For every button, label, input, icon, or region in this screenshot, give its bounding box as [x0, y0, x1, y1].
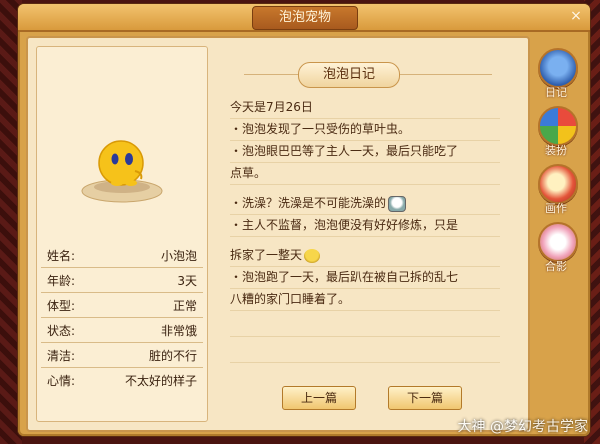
pet-stats: 姓名: 小泡泡 年龄: 3天 体型: 正常 状态: 非常饿 清洁: 脏的不行 心… — [41, 243, 203, 392]
side-tabs: 日记 装扮 画作 合影 — [536, 48, 578, 280]
stat-label: 清洁: — [47, 348, 76, 363]
tab-painting[interactable]: 画作 — [536, 164, 578, 216]
tab-label: 装扮 — [545, 144, 567, 157]
diary-line: 点草。 — [230, 162, 500, 185]
content-area: 姓名: 小泡泡 年龄: 3天 体型: 正常 状态: 非常饿 清洁: 脏的不行 心… — [26, 36, 530, 432]
pet-window: 泡泡宠物 × 姓名: 小泡泡 年龄: 3天 体型: 正常 状态: 非常饿 清洁:… — [18, 4, 590, 436]
stat-label: 心情: — [47, 373, 76, 388]
diary-line-empty — [230, 314, 500, 337]
diary-line-empty — [230, 340, 500, 363]
diary-title: 泡泡日记 — [298, 62, 400, 88]
stat-row-mood: 心情: 不太好的样子 — [41, 368, 203, 392]
prev-page-button[interactable]: 上一篇 — [282, 386, 356, 410]
diary-line: ・泡泡眼巴巴等了主人一天，最后只能吃了 — [230, 140, 500, 163]
tab-label: 日记 — [545, 86, 567, 99]
diary-line-text: ・洗澡？洗澡是不可能洗澡的 — [230, 196, 387, 210]
diary-line: ・泡泡发现了一只受伤的草叶虫。 — [230, 118, 500, 141]
diary-line-text: 拆家了一整天 — [230, 248, 303, 262]
stat-value: 正常 — [172, 298, 197, 313]
tab-label: 合影 — [545, 260, 567, 273]
stat-label: 年龄: — [47, 273, 76, 288]
close-button[interactable]: × — [568, 8, 584, 24]
tab-photo[interactable]: 合影 — [536, 222, 578, 274]
stat-row-clean: 清洁: 脏的不行 — [41, 343, 203, 368]
stat-value: 小泡泡 — [160, 248, 197, 263]
stat-value: 3天 — [177, 273, 197, 288]
diary-icon — [538, 48, 578, 88]
diary-line: ・洗澡？洗澡是不可能洗澡的 — [230, 192, 500, 215]
stat-label: 姓名: — [47, 248, 76, 263]
diary-line: 八糟的家门口睡着了。 — [230, 288, 500, 311]
diary-line: ・泡泡跑了一天，最后趴在被自己拆的乱七 — [230, 266, 500, 289]
stat-value: 非常饿 — [160, 323, 197, 338]
stat-row-body: 体型: 正常 — [41, 293, 203, 318]
stat-row-status: 状态: 非常饿 — [41, 318, 203, 343]
diary-panel: 泡泡日记 今天是7月26日 ・泡泡发现了一只受伤的草叶虫。 ・泡泡眼巴巴等了主人… — [224, 52, 516, 420]
pet-panel: 姓名: 小泡泡 年龄: 3天 体型: 正常 状态: 非常饿 清洁: 脏的不行 心… — [36, 46, 208, 422]
stat-label: 体型: — [47, 298, 76, 313]
pinwheel-icon — [538, 106, 578, 146]
next-page-button[interactable]: 下一篇 — [388, 386, 462, 410]
watermark: 大神 @梦幻考古学家 — [457, 419, 588, 435]
close-icon: × — [570, 8, 582, 24]
stat-label: 状态: — [47, 323, 76, 338]
title-bar: 泡泡宠物 × — [18, 4, 590, 32]
tab-label: 画作 — [545, 202, 567, 215]
tab-outfit[interactable]: 装扮 — [536, 106, 578, 158]
photo-icon — [538, 222, 578, 262]
diary-line: 今天是7月26日 — [230, 96, 500, 119]
window-title: 泡泡宠物 — [252, 6, 358, 30]
diary-line: ・主人不监督，泡泡便没有好好修炼，只是 — [230, 214, 500, 237]
stat-value: 脏的不行 — [148, 348, 197, 363]
stat-row-age: 年龄: 3天 — [41, 268, 203, 293]
diary-line: 拆家了一整天 — [230, 244, 500, 267]
grimace-emote-icon — [304, 248, 321, 263]
painting-icon — [538, 164, 578, 204]
shower-emote-icon — [388, 195, 407, 212]
tab-diary[interactable]: 日记 — [536, 48, 578, 100]
stat-row-name: 姓名: 小泡泡 — [41, 243, 203, 268]
stat-value: 不太好的样子 — [124, 373, 197, 388]
pet-avatar — [81, 140, 163, 203]
